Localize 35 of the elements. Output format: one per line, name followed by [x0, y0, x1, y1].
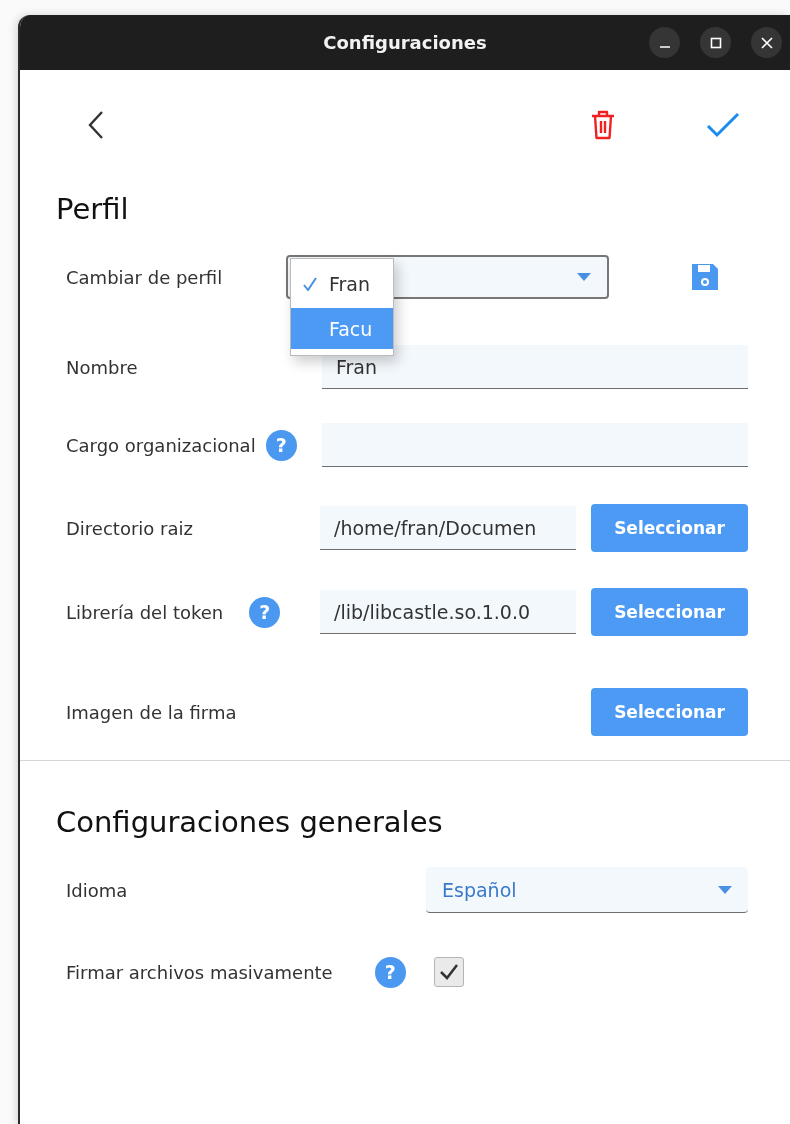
- text-field[interactable]: Fran: [322, 345, 748, 389]
- field-label: Directorio raiz: [66, 517, 193, 539]
- caret-icon: [718, 885, 732, 894]
- check-icon: [439, 963, 459, 981]
- select-button[interactable]: Seleccionar: [591, 588, 748, 636]
- close-button[interactable]: [751, 27, 782, 58]
- field-label: Idioma: [66, 879, 128, 901]
- select-button[interactable]: Seleccionar: [591, 504, 748, 552]
- select-button[interactable]: Seleccionar: [591, 688, 748, 736]
- dropdown-option[interactable]: Fran: [291, 259, 393, 308]
- check-icon: [303, 276, 317, 291]
- close-icon: [760, 36, 773, 49]
- minimize-button[interactable]: [649, 27, 680, 58]
- help-icon[interactable]: ?: [265, 429, 297, 461]
- field-label: Imagen de la firma: [66, 701, 237, 723]
- text-field[interactable]: [322, 423, 748, 467]
- maximize-icon: [709, 36, 722, 49]
- field-label: Nombre: [66, 356, 138, 378]
- minimize-icon: [658, 46, 671, 48]
- maximize-button[interactable]: [700, 27, 731, 58]
- field-label: Cambiar de perfil: [66, 266, 223, 288]
- path-field[interactable]: /home/fran/Documen: [320, 506, 576, 550]
- checkbox[interactable]: [434, 957, 464, 987]
- help-icon[interactable]: ?: [374, 956, 406, 988]
- field-label: Cargo organizacional: [66, 434, 256, 456]
- section-heading: Perfil: [56, 191, 130, 228]
- caret-icon: [577, 273, 591, 281]
- path-field[interactable]: /lib/libcastle.so.1.0.0: [320, 590, 576, 634]
- section-heading: Configuraciones generales: [56, 804, 444, 841]
- window-title: Configuraciones: [323, 32, 487, 53]
- help-icon[interactable]: ?: [249, 596, 281, 628]
- field-label: Librería del token: [66, 601, 224, 623]
- dropdown-option[interactable]: Facu: [291, 308, 393, 349]
- field-label: Firmar archivos masivamente: [66, 961, 333, 983]
- language-select[interactable]: Español: [426, 867, 748, 913]
